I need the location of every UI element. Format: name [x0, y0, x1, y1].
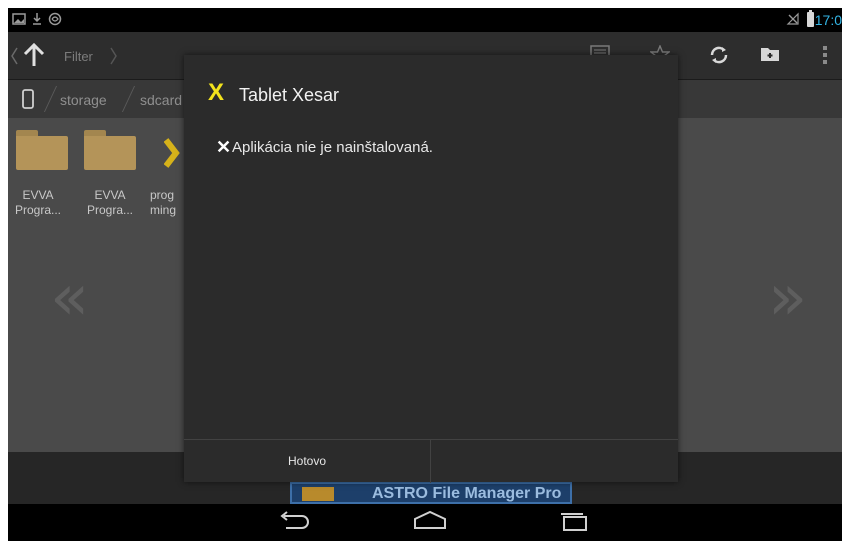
- back-icon[interactable]: [10, 46, 18, 71]
- android-icon: [48, 12, 62, 28]
- next-page-icon[interactable]: »: [768, 266, 807, 330]
- battery-icon: [807, 10, 814, 27]
- ad-text: ASTRO File Manager Pro: [372, 485, 562, 502]
- previous-page-icon[interactable]: «: [50, 266, 89, 330]
- screenshot-icon: [12, 12, 26, 28]
- up-arrow-icon[interactable]: [22, 42, 46, 73]
- folder-icon[interactable]: [16, 130, 68, 170]
- overflow-menu-icon[interactable]: [822, 45, 828, 70]
- astro-logo-icon: [302, 487, 334, 501]
- breadcrumb-separator: [43, 86, 58, 112]
- status-clock: 17:0: [814, 12, 842, 28]
- refresh-icon[interactable]: [708, 44, 730, 71]
- folder-icon[interactable]: [84, 130, 136, 170]
- empty-button-slot: [431, 440, 678, 483]
- device-icon[interactable]: [22, 89, 34, 114]
- download-icon: [32, 12, 42, 28]
- status-bar: 17:0: [8, 8, 842, 32]
- new-folder-icon[interactable]: [760, 46, 780, 67]
- xesar-logo-icon: X: [208, 79, 225, 106]
- filter-label[interactable]: Filter: [64, 49, 93, 64]
- filter-chevron-icon: [110, 46, 118, 71]
- dialog-title: Tablet Xesar: [239, 85, 340, 105]
- android-screen: 17:0 Filter storage sdcard EVVA Progra..…: [8, 8, 842, 541]
- breadcrumb-item-storage[interactable]: storage: [60, 92, 107, 108]
- no-signal-icon: [786, 12, 800, 28]
- file-item-label[interactable]: EVVA Progra...: [8, 188, 70, 218]
- back-nav-icon[interactable]: [276, 510, 316, 536]
- error-icon: ✕: [216, 137, 232, 157]
- app-dialog: X Tablet Xesar ✕ Aplikácia nie je nainšt…: [184, 55, 678, 483]
- dialog-message: Aplikácia nie je nainštalovaná.: [232, 139, 433, 156]
- home-nav-icon[interactable]: [412, 510, 452, 536]
- breadcrumb-separator: [121, 86, 136, 112]
- file-item-label[interactable]: EVVA Progra...: [78, 188, 142, 218]
- done-button[interactable]: Hotovo: [184, 440, 430, 483]
- breadcrumb-item-sdcard[interactable]: sdcard: [140, 92, 182, 108]
- dialog-button-bar: Hotovo: [184, 439, 678, 483]
- recents-nav-icon[interactable]: [558, 510, 598, 536]
- navigation-bar: [8, 504, 842, 541]
- ad-banner[interactable]: ASTRO File Manager Pro: [290, 482, 572, 504]
